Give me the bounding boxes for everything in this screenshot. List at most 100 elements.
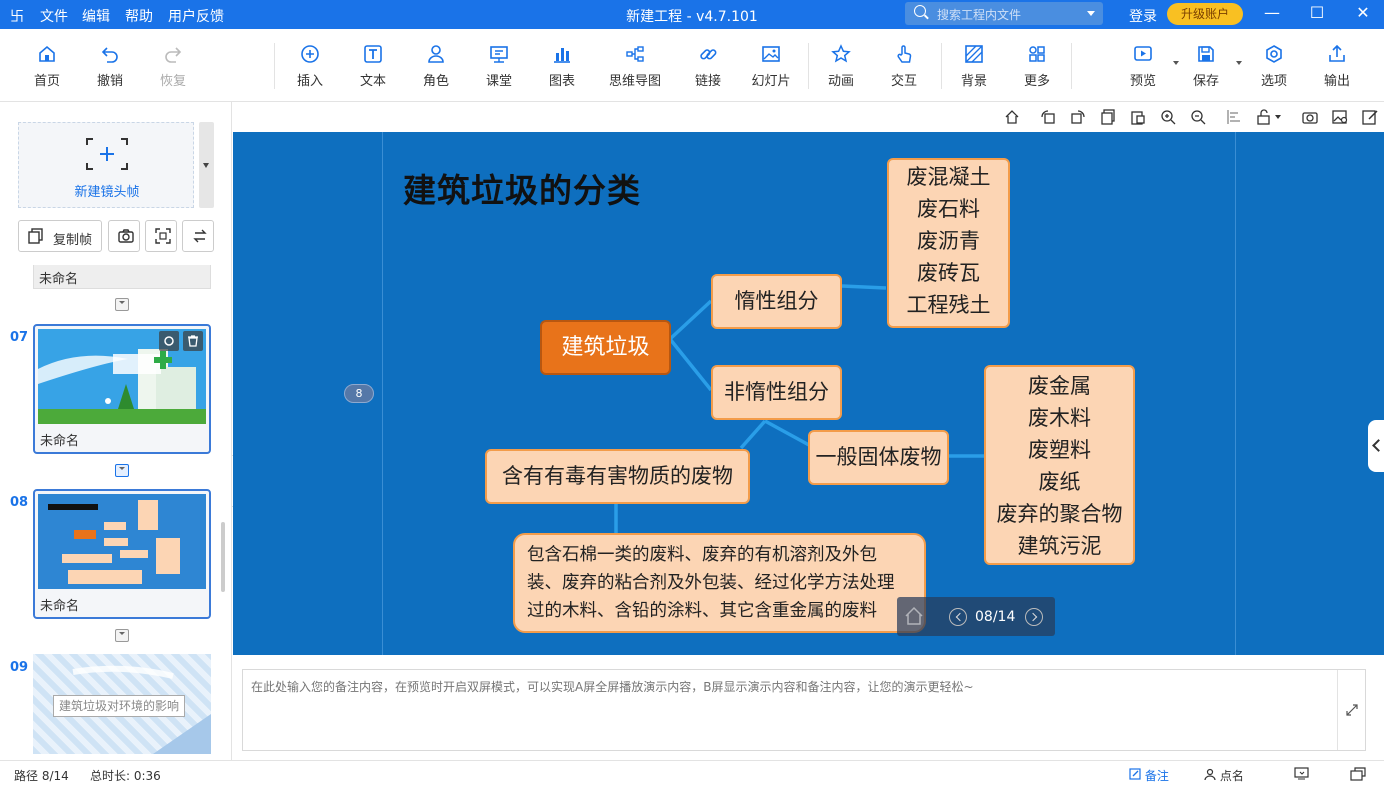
- edit-icon[interactable]: [1362, 109, 1378, 125]
- home-button[interactable]: 首页: [17, 44, 77, 89]
- insert-button[interactable]: 插入: [280, 44, 340, 89]
- zoom-in-icon[interactable]: [1160, 109, 1176, 125]
- mindmap-node-inert-items[interactable]: 废混凝土 废石料 废沥青 废砖瓦 工程残土: [887, 158, 1010, 328]
- screen-icon[interactable]: [1294, 767, 1309, 780]
- window-icon[interactable]: [1350, 767, 1366, 781]
- crop-frame-button[interactable]: [145, 220, 177, 252]
- text-button[interactable]: 文本: [343, 44, 403, 89]
- mindmap-button[interactable]: 思维导图: [595, 44, 675, 89]
- list-item: 工程残土: [906, 293, 991, 317]
- main-toolbar: 首页 撤销 恢复 插入 文本 角色 课堂 图表 思维导图 链接 幻灯片 动画 交…: [0, 29, 1384, 102]
- mindmap-node-toxic-detail[interactable]: 包含石棉一类的废料、废弃的有机溶剂及外包 装、废弃的粘合剂及外包装、经过化学方法…: [513, 533, 926, 633]
- mindmap-node-inert[interactable]: 惰性组分: [711, 274, 842, 329]
- save-label: 保存: [1192, 74, 1219, 89]
- copy-icon[interactable]: [1100, 109, 1116, 125]
- mindmap-node-non-inert[interactable]: 非惰性组分: [711, 365, 842, 420]
- paste-icon[interactable]: [1130, 109, 1146, 125]
- page-number-badge[interactable]: 8: [344, 384, 374, 403]
- undo-label: 撤销: [96, 74, 123, 89]
- list-item: 废木料: [1028, 406, 1091, 430]
- frame-thumbnail[interactable]: 未命名: [33, 265, 211, 289]
- transition-icon[interactable]: [115, 629, 129, 642]
- lock-icon[interactable]: [1256, 109, 1284, 125]
- frame-thumbnail-selected[interactable]: 未命名: [33, 489, 211, 619]
- chevron-down-icon[interactable]: [1087, 11, 1095, 16]
- notes-toggle[interactable]: 备注: [1129, 767, 1169, 784]
- list-item: 废塑料: [1028, 438, 1091, 462]
- frame-caption: 未命名: [40, 599, 80, 614]
- export-button[interactable]: 输出: [1307, 44, 1367, 89]
- minimize-button[interactable]: —: [1257, 2, 1287, 26]
- transition-icon[interactable]: [115, 298, 129, 311]
- options-button[interactable]: 选项: [1244, 44, 1304, 89]
- mindmap-node-toxic[interactable]: 含有有毒有害物质的废物: [485, 449, 750, 504]
- login-link[interactable]: 登录: [1129, 6, 1157, 26]
- canvas-toolbar: [233, 102, 1384, 132]
- snapshot-button[interactable]: [108, 220, 140, 252]
- expand-icon[interactable]: [1345, 703, 1359, 717]
- transition-icon[interactable]: [115, 464, 129, 477]
- more-button[interactable]: 更多: [1007, 44, 1067, 89]
- rotate-left-icon[interactable]: [1040, 109, 1056, 125]
- chevron-down-icon[interactable]: [1236, 61, 1242, 65]
- upgrade-button[interactable]: 升级账户: [1167, 3, 1243, 25]
- image-settings-icon[interactable]: [1332, 109, 1348, 125]
- home-icon: [39, 45, 55, 62]
- menu-help[interactable]: 帮助: [125, 6, 153, 26]
- swap-frame-button[interactable]: [182, 220, 214, 252]
- zoom-out-icon[interactable]: [1190, 109, 1206, 125]
- frame-thumbnail[interactable]: 未命名: [33, 324, 211, 454]
- mindmap-node-general-items[interactable]: 废金属 废木料 废塑料 废纸 废弃的聚合物 建筑污泥: [984, 365, 1135, 565]
- toolbar-divider: [1071, 43, 1072, 89]
- home-icon[interactable]: [903, 605, 925, 627]
- detail-line: 装、废弃的粘合剂及外包装、经过化学方法处理: [527, 573, 895, 593]
- image-icon: [762, 46, 780, 62]
- undo-button[interactable]: 撤销: [80, 44, 140, 89]
- maximize-button[interactable]: ☐: [1302, 2, 1332, 26]
- align-icon[interactable]: [1226, 109, 1242, 125]
- interaction-button[interactable]: 交互: [874, 44, 934, 89]
- mindmap-root-node[interactable]: 建筑垃圾: [540, 320, 671, 375]
- list-item: 废纸: [1038, 470, 1081, 494]
- text-icon: [364, 45, 382, 63]
- redo-button[interactable]: 恢复: [143, 44, 203, 89]
- search-input[interactable]: 搜索工程内文件: [905, 2, 1103, 25]
- play-icon: [1134, 46, 1152, 61]
- close-button[interactable]: ✕: [1348, 2, 1378, 26]
- preview-button[interactable]: 预览: [1113, 44, 1179, 89]
- collapse-right-panel-button[interactable]: [1368, 420, 1384, 472]
- slide-title[interactable]: 建筑垃圾的分类: [403, 164, 641, 212]
- notes-input[interactable]: [243, 670, 1338, 750]
- new-frame-dropdown[interactable]: [199, 122, 214, 208]
- mindmap-node-general-solid[interactable]: 一般固体废物: [808, 430, 949, 485]
- rotate-right-icon[interactable]: [1070, 109, 1086, 125]
- rollcall-button[interactable]: 点名: [1204, 767, 1244, 784]
- panel-scrollbar[interactable]: [221, 522, 225, 592]
- bar-chart-icon: [554, 48, 570, 63]
- classroom-button[interactable]: 课堂: [469, 44, 529, 89]
- frame-delete-button[interactable]: [183, 331, 203, 351]
- new-frame-button[interactable]: 新建镜头帧: [18, 122, 194, 208]
- frame-settings-button[interactable]: [159, 331, 179, 351]
- background-button[interactable]: 背景: [944, 44, 1004, 89]
- save-button[interactable]: 保存: [1176, 44, 1242, 89]
- home-icon[interactable]: [1004, 109, 1020, 125]
- slides-button[interactable]: 幻灯片: [741, 44, 801, 89]
- page-indicator: 08/14: [975, 609, 1016, 625]
- previous-page-button[interactable]: [949, 608, 967, 626]
- link-button[interactable]: 链接: [678, 44, 738, 89]
- new-frame-label: 新建镜头帧: [74, 185, 140, 200]
- menu-feedback[interactable]: 用户反馈: [168, 6, 224, 26]
- role-button[interactable]: 角色: [406, 44, 466, 89]
- frames-panel: 新建镜头帧 复制帧 未命名 07 未命名 08 未命名 09 建筑垃圾对环境的影…: [0, 102, 232, 760]
- chart-button[interactable]: 图表: [532, 44, 592, 89]
- camera-icon[interactable]: [1302, 109, 1318, 125]
- person-icon: [428, 45, 444, 63]
- slide-canvas[interactable]: 建筑垃圾的分类 建筑垃圾 惰性组分 非惰性组分 一般固体废物 含有有毒有害物质的…: [233, 132, 1384, 655]
- menu-file[interactable]: 文件: [40, 6, 68, 26]
- copy-frame-button[interactable]: 复制帧: [18, 220, 102, 252]
- menu-edit[interactable]: 编辑: [82, 6, 110, 26]
- next-page-button[interactable]: [1025, 608, 1043, 626]
- frame-thumbnail[interactable]: 建筑垃圾对环境的影响: [33, 654, 211, 754]
- animation-button[interactable]: 动画: [811, 44, 871, 89]
